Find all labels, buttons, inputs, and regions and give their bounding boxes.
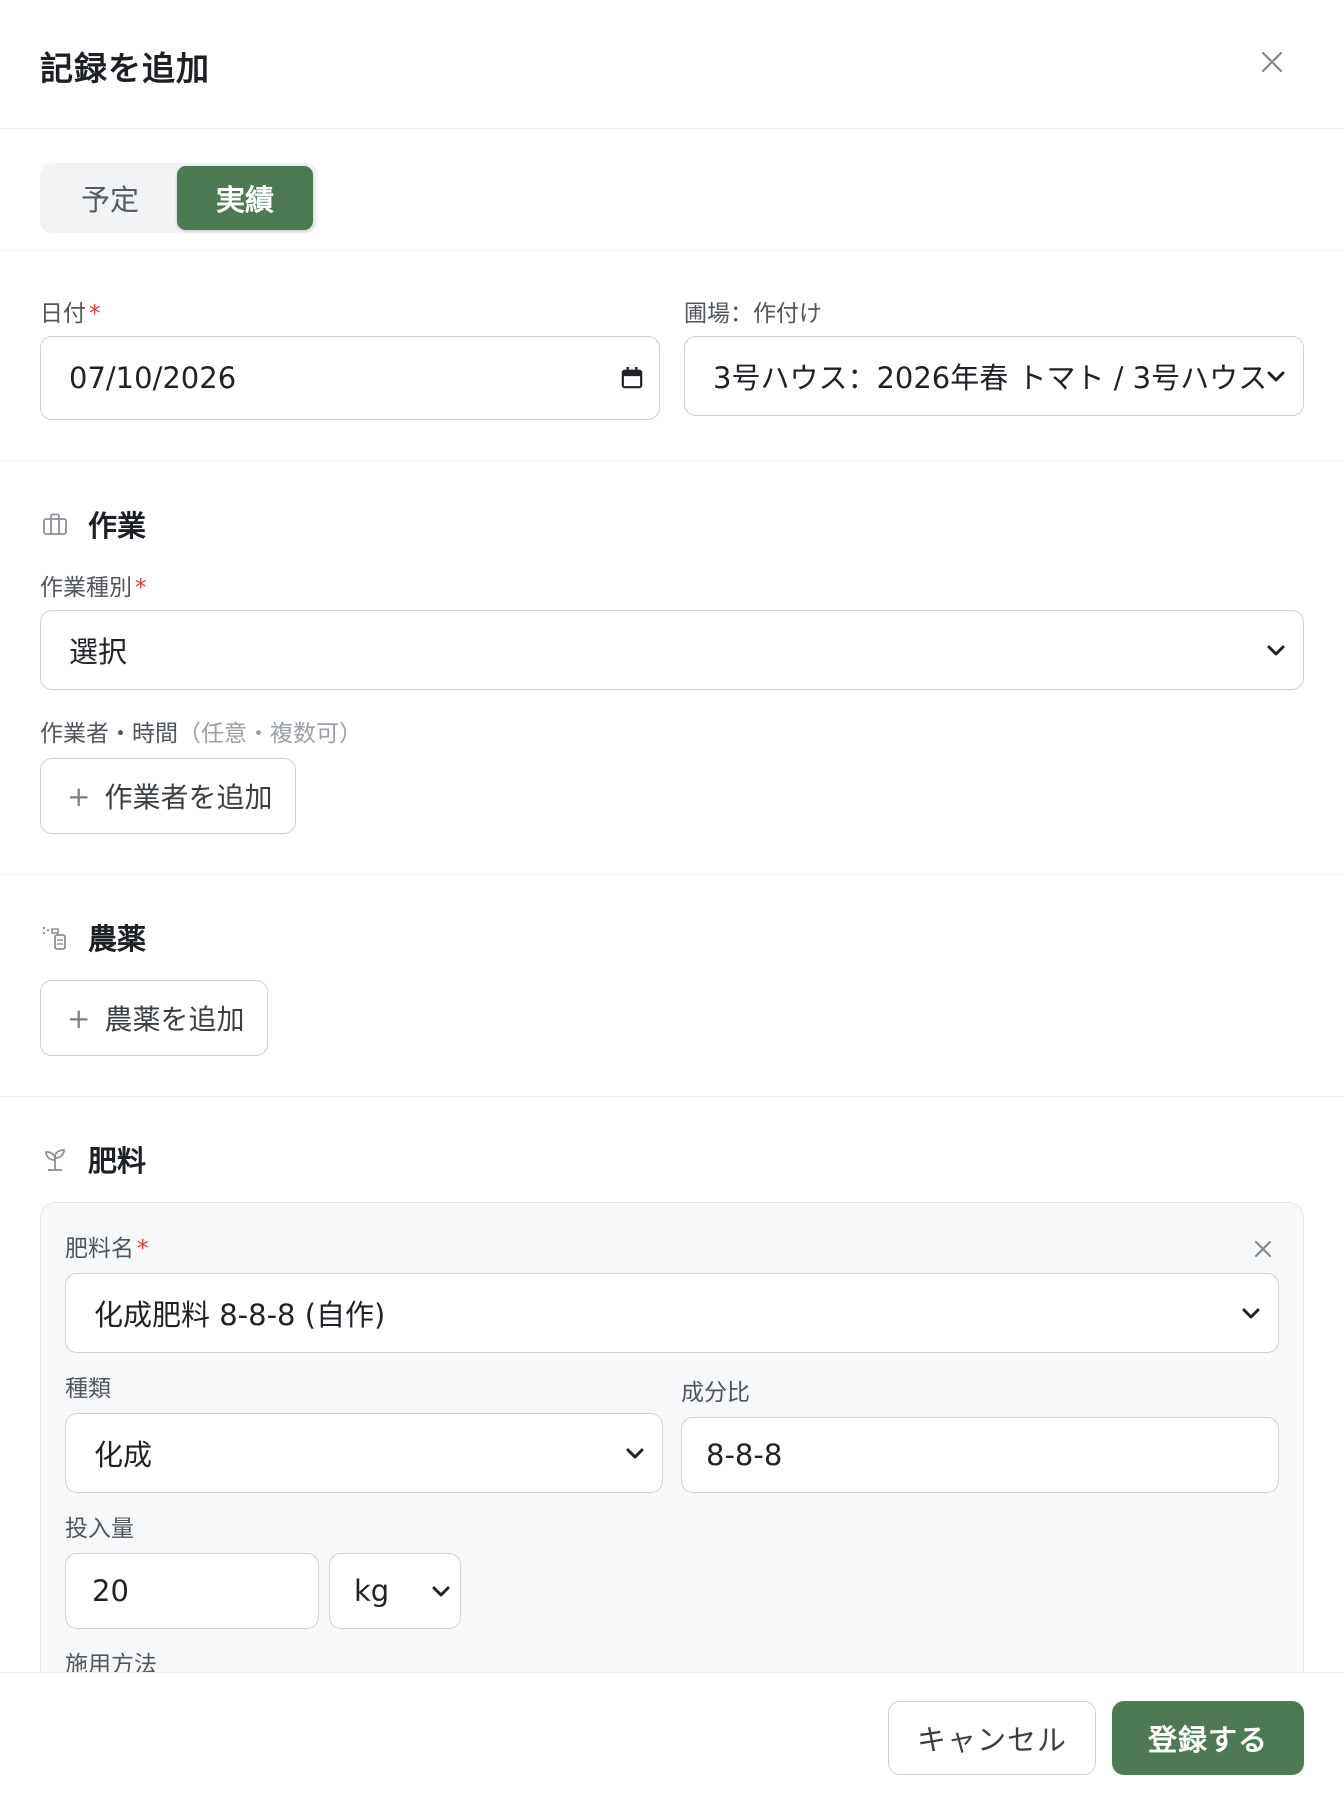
required-mark: * — [137, 1236, 149, 1262]
dialog-title: 記録を追加 — [40, 49, 210, 88]
mode-section: 予定 実績 — [0, 129, 1344, 251]
fertilizer-amount-label: 投入量 — [65, 1516, 134, 1542]
chevron-down-icon — [624, 1442, 646, 1464]
calendar-icon[interactable] — [621, 367, 643, 389]
field-crop-select[interactable]: 3号ハウス：2026年春 トマト / 3号ハウス — [684, 336, 1304, 416]
cancel-button[interactable]: キャンセル — [888, 1701, 1096, 1775]
fertilizer-name-label: 肥料名 * — [65, 1229, 149, 1263]
fertilizer-ratio-value: 8-8-8 — [706, 1438, 783, 1472]
submit-button[interactable]: 登録する — [1112, 1701, 1304, 1775]
chevron-down-icon — [430, 1580, 452, 1602]
divider — [0, 460, 1344, 461]
work-type-select[interactable]: 選択 — [40, 610, 1304, 690]
chevron-down-icon — [1240, 1302, 1262, 1324]
fertilizer-kind-value: 化成 — [94, 1438, 153, 1472]
chevron-down-icon — [1265, 365, 1287, 387]
add-pesticide-button[interactable]: + 農薬を追加 — [40, 980, 268, 1056]
work-type-label-text: 作業種別 — [40, 575, 132, 601]
work-type-label: 作業種別 * — [40, 568, 147, 602]
work-section-title: 作業 — [88, 509, 147, 543]
fertilizer-name-value: 化成肥料 8-8-8 (自作) — [94, 1298, 386, 1332]
fertilizer-section-header: 肥料 — [40, 1138, 146, 1180]
fertilizer-unit-value: kg — [354, 1574, 390, 1608]
add-worker-label: 作業者を追加 — [104, 781, 273, 814]
pesticide-section-title: 農薬 — [88, 922, 147, 956]
date-label-text: 日付 — [40, 301, 86, 327]
fertilizer-ratio-input[interactable]: 8-8-8 — [681, 1417, 1279, 1493]
fertilizer-amount-value: 20 — [92, 1574, 129, 1608]
pesticide-section-header: 農薬 — [40, 916, 146, 958]
divider — [0, 1096, 1344, 1097]
plus-icon: + — [67, 1001, 91, 1035]
sprout-icon — [40, 1144, 70, 1174]
tab-actual[interactable]: 実績 — [177, 166, 313, 230]
work-type-value: 選択 — [69, 635, 128, 669]
tab-planned[interactable]: 予定 — [43, 166, 177, 230]
divider — [0, 874, 1344, 875]
dialog-footer: キャンセル 登録する — [0, 1672, 1344, 1800]
date-label: 日付 * — [40, 294, 101, 328]
fertilizer-section-title: 肥料 — [88, 1144, 147, 1178]
add-worker-button[interactable]: + 作業者を追加 — [40, 758, 296, 834]
briefcase-icon — [40, 509, 70, 539]
fertilizer-name-select[interactable]: 化成肥料 8-8-8 (自作) — [65, 1273, 1279, 1353]
dialog-header: 記録を追加 — [0, 0, 1344, 129]
required-mark: * — [89, 301, 101, 327]
fertilizer-kind-label: 種類 — [65, 1376, 111, 1402]
chevron-down-icon — [1265, 639, 1287, 661]
workers-label-text: 作業者・時間 — [40, 721, 178, 747]
work-section-header: 作業 — [40, 503, 146, 545]
fertilizer-unit-select[interactable]: kg — [329, 1553, 461, 1629]
fertilizer-ratio-label: 成分比 — [681, 1380, 750, 1406]
fertilizer-kind-select[interactable]: 化成 — [65, 1413, 663, 1493]
date-input[interactable]: 07/10/2026 — [40, 336, 660, 420]
remove-fertilizer-close-icon[interactable] — [1249, 1235, 1277, 1263]
add-pesticide-label: 農薬を追加 — [104, 1003, 245, 1036]
field-crop-label: 圃場：作付け — [684, 301, 822, 327]
workers-hint: （任意・複数可） — [178, 721, 362, 747]
spray-bottle-icon — [40, 922, 70, 952]
fertilizer-name-label-text: 肥料名 — [65, 1236, 134, 1262]
date-value: 07/10/2026 — [69, 361, 237, 395]
close-icon[interactable] — [1254, 44, 1290, 80]
field-crop-value: 3号ハウス：2026年春 トマト / 3号ハウス — [713, 361, 1265, 395]
required-mark: * — [135, 575, 147, 601]
workers-label: 作業者・時間（任意・複数可） — [40, 714, 362, 748]
mode-toggle: 予定 実績 — [40, 163, 318, 233]
plus-icon: + — [67, 779, 91, 813]
fertilizer-amount-input[interactable]: 20 — [65, 1553, 319, 1629]
